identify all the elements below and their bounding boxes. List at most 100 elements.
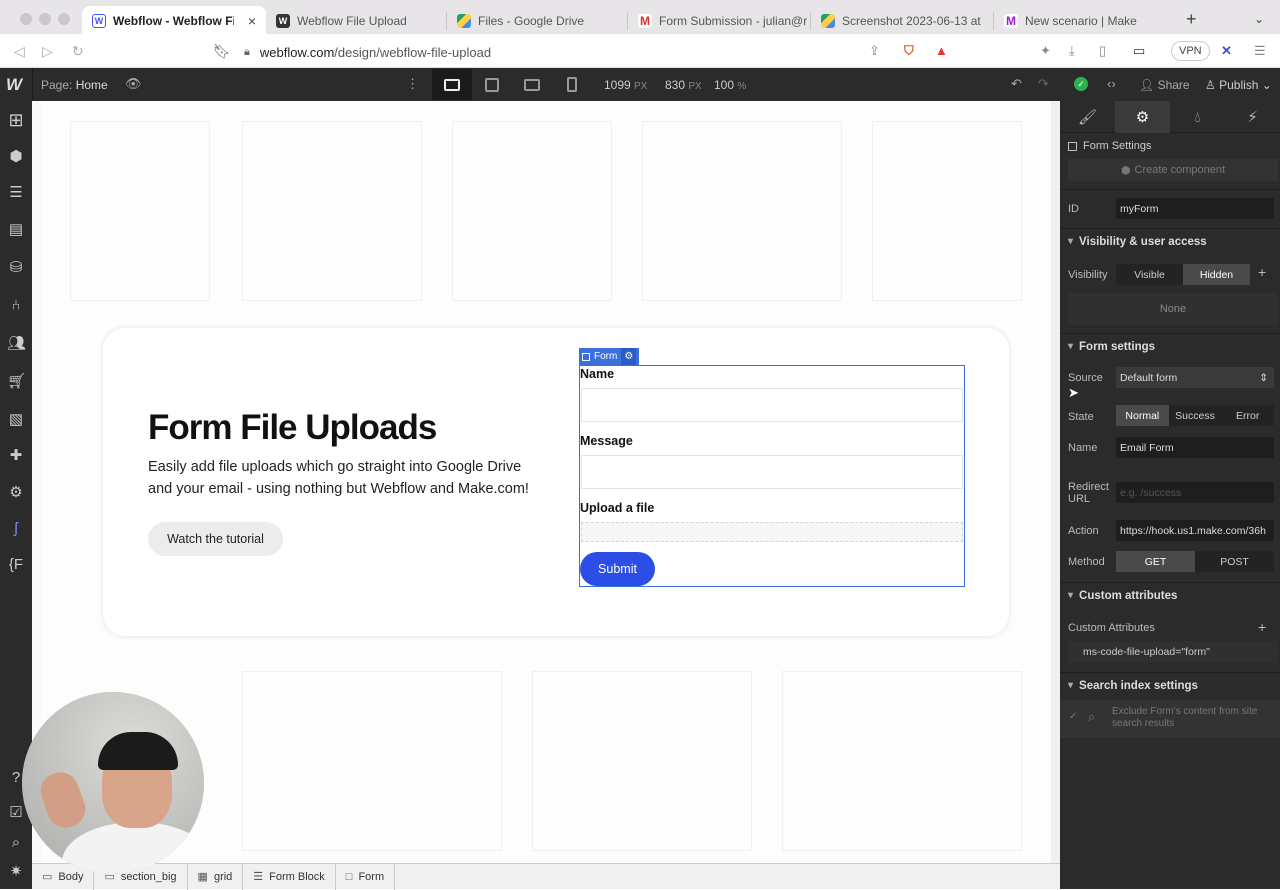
message-input[interactable] (581, 455, 963, 489)
selected-element-tag[interactable]: Form ⚙ (579, 348, 640, 365)
ecommerce-icon[interactable]: 🛒︎ (7, 373, 26, 391)
symbols-icon[interactable]: ⬢ (7, 148, 25, 166)
bookmark-icon[interactable]: 🔖︎ (213, 43, 231, 60)
watch-tutorial-button[interactable]: Watch the tutorial (148, 522, 283, 556)
visibility-section-header[interactable]: Visibility & user access (1060, 228, 1280, 254)
tab-list-icon[interactable]: ⌄ (1254, 12, 1264, 26)
more-options-icon[interactable]: ⋮ (406, 76, 419, 92)
close-tab-icon[interactable]: × (248, 13, 256, 29)
maximize-window-button[interactable] (58, 13, 70, 25)
breakpoint-mobile-landscape-button[interactable] (512, 69, 552, 100)
extensions-icon[interactable]: ✦ (1040, 43, 1051, 59)
settings-icon[interactable]: ⚙ (7, 484, 25, 502)
method-post-option[interactable]: POST (1195, 551, 1274, 572)
downloads-icon[interactable]: ⤓ (1069, 43, 1075, 59)
id-input[interactable]: myForm (1116, 198, 1274, 219)
form[interactable]: Name Message Upload a file Submit (579, 365, 965, 587)
undo-icon[interactable]: ↶ (1011, 76, 1022, 92)
element-settings-icon[interactable]: ⚙ (621, 348, 637, 365)
back-icon[interactable]: ◁ (14, 43, 25, 60)
publish-button[interactable]: ♙ Publish ⌄ (1205, 78, 1272, 92)
forward-icon[interactable]: ▷ (42, 43, 53, 60)
cms-icon[interactable]: ⛁ (7, 259, 25, 277)
canvas-zoom[interactable]: 100 % (714, 78, 746, 92)
canvas-width[interactable]: 1099 PX (604, 78, 647, 92)
breakpoint-tablet-button[interactable] (472, 69, 512, 100)
url-field[interactable]: 🔒︎ webflow.com/design/webflow-file-uploa… (244, 40, 894, 64)
profile-icon[interactable]: ✕ (1221, 43, 1232, 59)
source-select[interactable]: Default form ⇕ (1116, 367, 1274, 388)
canvas-scrollbar[interactable] (1051, 101, 1060, 863)
logic-icon[interactable]: ⑃ (7, 297, 25, 315)
brave-rewards-icon[interactable]: ▲ (935, 43, 948, 58)
share-page-icon[interactable]: ⇪ (869, 43, 880, 59)
breakpoint-desktop-button[interactable] (432, 69, 472, 100)
brave-shield-icon[interactable]: ⛉ (904, 43, 914, 59)
browser-tab-gmail[interactable]: M Form Submission - julian@r (628, 6, 810, 36)
add-visibility-icon[interactable]: + (1258, 264, 1266, 280)
sidebar-icon[interactable]: ▯ (1099, 43, 1106, 59)
browser-tab-make[interactable]: M New scenario | Make (994, 6, 1174, 36)
style-tab[interactable]: 🖌︎ (1060, 101, 1115, 133)
form-name-input[interactable]: Email Form (1116, 437, 1274, 458)
breadcrumb-form-block[interactable]: ☰ Form Block (243, 863, 336, 890)
reload-icon[interactable]: ↻ (72, 43, 84, 60)
redirect-url-input[interactable]: e.g. /success (1116, 482, 1274, 503)
breakpoint-mobile-portrait-button[interactable] (552, 69, 592, 100)
settings-tab[interactable]: ⚙ (1115, 101, 1170, 133)
preview-eye-icon[interactable]: 👁︎ (125, 76, 142, 92)
webflow-logo-icon[interactable]: W (6, 75, 22, 95)
interactions-tab[interactable]: ⚡︎ (1225, 101, 1280, 133)
method-toggle[interactable]: GET POST (1116, 551, 1274, 572)
visibility-hidden-option[interactable]: Hidden (1183, 264, 1250, 285)
visibility-section-title: Visibility & user access (1079, 235, 1207, 248)
add-panel-icon[interactable]: ⊞ (7, 111, 25, 129)
menu-icon[interactable]: ☰ (1254, 43, 1266, 59)
webflow-icon: W (276, 14, 290, 28)
breadcrumb-form[interactable]: □ Form (336, 863, 396, 890)
method-get-option[interactable]: GET (1116, 551, 1195, 572)
users-icon[interactable]: 👥︎ (7, 335, 26, 353)
checkbox-check-icon[interactable]: ✓ (1069, 711, 1077, 722)
browser-tab-google-drive[interactable]: Files - Google Drive (447, 6, 627, 36)
minimize-window-button[interactable] (39, 13, 51, 25)
code-export-icon[interactable]: ‹› (1107, 76, 1116, 91)
file-upload-field[interactable] (581, 522, 963, 542)
redo-icon[interactable]: ↷ (1038, 76, 1049, 92)
action-label: Action (1068, 525, 1099, 537)
action-input[interactable]: https://hook.us1.make.com/36h (1116, 520, 1274, 541)
custom-attribute-row[interactable]: ms-code-file-upload="form" (1068, 641, 1278, 663)
state-toggle[interactable]: Normal Success Error (1116, 405, 1274, 426)
visibility-toggle[interactable]: Visible Hidden (1116, 264, 1250, 285)
assets-icon[interactable]: ▧ (7, 411, 25, 429)
add-attribute-icon[interactable]: + (1258, 619, 1266, 635)
submit-button[interactable]: Submit (580, 552, 655, 586)
navigator-icon[interactable]: ☰ (7, 184, 25, 202)
tab-label: New scenario | Make (1025, 14, 1137, 28)
finsweet-attributes-icon[interactable]: {F (7, 556, 25, 574)
wallet-icon[interactable]: ▭ (1133, 43, 1145, 59)
state-error-option[interactable]: Error (1221, 405, 1274, 426)
finsweet-icon[interactable]: ʃ (7, 520, 25, 538)
canvas-height[interactable]: 830 PX (665, 78, 702, 92)
vpn-button[interactable]: VPN (1171, 41, 1210, 61)
visibility-visible-option[interactable]: Visible (1116, 264, 1183, 285)
create-component-button[interactable]: ⬢ Create component (1068, 159, 1278, 181)
search-index-section-header[interactable]: Search index settings (1060, 672, 1280, 698)
state-normal-option[interactable]: Normal (1116, 405, 1169, 426)
page-selector[interactable]: Page: Home (41, 78, 108, 92)
hero-card[interactable]: Form File Uploads Easily add file upload… (103, 328, 1009, 636)
close-window-button[interactable] (20, 13, 32, 25)
apps-icon[interactable]: ✚ (7, 447, 25, 465)
custom-attributes-section-header[interactable]: Custom attributes (1060, 582, 1280, 608)
name-input[interactable] (581, 388, 963, 422)
share-button[interactable]: 👤︎ Share (1139, 78, 1190, 92)
state-success-option[interactable]: Success (1169, 405, 1222, 426)
new-tab-icon[interactable]: + (1186, 9, 1197, 30)
browser-tab-screenshot[interactable]: Screenshot 2023-06-13 at (811, 6, 993, 36)
browser-tab-webflow-designer[interactable]: W Webflow - Webflow File × (82, 6, 266, 36)
style-manager-tab[interactable]: 💧︎ (1170, 101, 1225, 133)
pages-icon[interactable]: ▤ (7, 221, 25, 239)
form-settings-section-header[interactable]: Form settings (1060, 333, 1280, 359)
browser-tab-webflow-file-upload[interactable]: W Webflow File Upload (266, 6, 446, 36)
